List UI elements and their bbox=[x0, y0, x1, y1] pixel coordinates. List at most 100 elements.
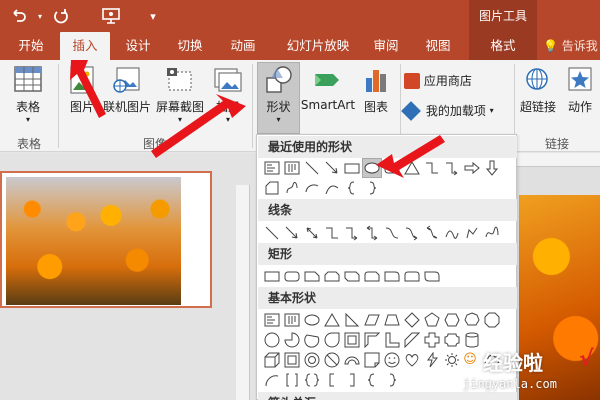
triangle-shape-icon[interactable] bbox=[402, 158, 422, 178]
l-shape-icon[interactable] bbox=[382, 330, 402, 350]
tab-insert[interactable]: 插入 bbox=[60, 32, 110, 60]
elbow-connector-shape-icon[interactable] bbox=[322, 223, 342, 243]
pie-shape-icon[interactable] bbox=[282, 330, 302, 350]
double-brace-shape-icon[interactable] bbox=[302, 370, 322, 390]
double-arrow-line-shape-icon[interactable] bbox=[302, 223, 322, 243]
bevel-shape-icon[interactable] bbox=[282, 350, 302, 370]
no-symbol-shape-icon[interactable] bbox=[322, 350, 342, 370]
snip-same-side-shape-icon[interactable] bbox=[322, 266, 342, 286]
vertical-textbox-shape-icon[interactable] bbox=[282, 158, 302, 178]
redo-icon[interactable] bbox=[48, 4, 74, 28]
tab-slideshow[interactable]: 幻灯片放映 bbox=[278, 32, 358, 60]
snip-single-corner-shape-icon[interactable] bbox=[302, 266, 322, 286]
right-triangle-shape-icon[interactable] bbox=[342, 310, 362, 330]
tab-format[interactable]: 格式 bbox=[469, 32, 537, 60]
heart-shape-icon[interactable] bbox=[402, 350, 422, 370]
customize-toolbar-icon[interactable]: ▾ bbox=[144, 4, 162, 28]
shapes-button[interactable]: 形状 ▾ bbox=[257, 64, 300, 124]
pentagon-shape-icon[interactable] bbox=[422, 310, 442, 330]
rectangle-shape-icon[interactable] bbox=[262, 266, 282, 286]
right-brace-shape-icon[interactable] bbox=[362, 178, 382, 198]
arc-shape-icon[interactable] bbox=[262, 370, 282, 390]
arrow-line-shape-icon[interactable] bbox=[282, 223, 302, 243]
cube-shape-icon[interactable] bbox=[262, 350, 282, 370]
double-bracket-shape-icon[interactable] bbox=[282, 370, 302, 390]
elbow-double-arrow-connector-shape-icon[interactable] bbox=[362, 223, 382, 243]
oval-shape-icon[interactable] bbox=[362, 158, 382, 178]
action-button[interactable]: 动作 bbox=[562, 64, 598, 115]
freeform-shape-icon[interactable] bbox=[282, 178, 302, 198]
chord-shape-icon[interactable] bbox=[302, 330, 322, 350]
line-shape-icon[interactable] bbox=[262, 223, 282, 243]
slide-thumbnail[interactable] bbox=[0, 171, 212, 308]
hexagon-shape-icon[interactable] bbox=[442, 310, 462, 330]
frame-shape-icon[interactable] bbox=[342, 330, 362, 350]
right-arrow-shape-icon[interactable] bbox=[462, 158, 482, 178]
octagon-shape-icon[interactable] bbox=[482, 310, 502, 330]
snip-round-shape-icon[interactable] bbox=[362, 266, 382, 286]
arc-shape-icon[interactable] bbox=[302, 178, 322, 198]
elbow-arrow-connector-shape-icon[interactable] bbox=[442, 158, 462, 178]
heptagon-shape-icon[interactable] bbox=[462, 310, 482, 330]
tab-design[interactable]: 设计 bbox=[114, 32, 162, 60]
snip-corner-shape-icon[interactable] bbox=[262, 178, 282, 198]
decagon-shape-icon[interactable] bbox=[262, 330, 282, 350]
arrow-line-shape-icon[interactable] bbox=[322, 158, 342, 178]
picture-button[interactable]: 图片 bbox=[63, 64, 101, 115]
curved-double-arrow-connector-shape-icon[interactable] bbox=[422, 223, 442, 243]
lightning-bolt-shape-icon[interactable] bbox=[422, 350, 442, 370]
trapezoid-shape-icon[interactable] bbox=[382, 310, 402, 330]
undo-dropdown-icon[interactable]: ▾ bbox=[34, 4, 46, 28]
left-brace-shape-icon[interactable] bbox=[362, 370, 382, 390]
textbox-shape-icon[interactable] bbox=[262, 158, 282, 178]
left-bracket-shape-icon[interactable] bbox=[322, 370, 342, 390]
snip-diagonal-shape-icon[interactable] bbox=[342, 266, 362, 286]
table-button[interactable]: 表格 ▾ bbox=[6, 64, 50, 124]
round-diagonal-shape-icon[interactable] bbox=[422, 266, 442, 286]
tab-view[interactable]: 视图 bbox=[414, 32, 462, 60]
rectangle-shape-icon[interactable] bbox=[342, 158, 362, 178]
tell-me-box[interactable]: 💡 告诉我 bbox=[543, 32, 598, 60]
tab-animations[interactable]: 动画 bbox=[218, 32, 268, 60]
oval-shape-icon[interactable] bbox=[302, 310, 322, 330]
teardrop-shape-icon[interactable] bbox=[322, 330, 342, 350]
online-picture-button[interactable]: 联机图片 bbox=[103, 64, 151, 115]
diagonal-stripe-shape-icon[interactable] bbox=[402, 330, 422, 350]
vertical-textbox-shape-icon[interactable] bbox=[282, 310, 302, 330]
round-same-side-shape-icon[interactable] bbox=[402, 266, 422, 286]
elbow-connector-shape-icon[interactable] bbox=[422, 158, 442, 178]
curve-shape-icon[interactable] bbox=[322, 178, 342, 198]
app-store-button[interactable]: 应用商店 bbox=[404, 72, 504, 89]
tab-review[interactable]: 审阅 bbox=[362, 32, 410, 60]
tab-home[interactable]: 开始 bbox=[6, 32, 56, 60]
diamond-shape-icon[interactable] bbox=[402, 310, 422, 330]
smiley-face-shape-icon[interactable] bbox=[382, 350, 402, 370]
line-shape-icon[interactable] bbox=[302, 158, 322, 178]
donut-shape-icon[interactable] bbox=[302, 350, 322, 370]
tab-transitions[interactable]: 切换 bbox=[166, 32, 214, 60]
down-arrow-shape-icon[interactable] bbox=[482, 158, 502, 178]
scribble-shape-icon[interactable] bbox=[482, 223, 502, 243]
right-brace-shape-icon[interactable] bbox=[382, 370, 402, 390]
cross-shape-icon[interactable] bbox=[422, 330, 442, 350]
parallelogram-shape-icon[interactable] bbox=[362, 310, 382, 330]
folded-corner-shape-icon[interactable] bbox=[362, 350, 382, 370]
chart-button[interactable]: 图表 bbox=[358, 64, 394, 115]
smartart-button[interactable]: SmartArt bbox=[300, 64, 356, 112]
curved-connector-shape-icon[interactable] bbox=[382, 223, 402, 243]
rounded-rectangle-shape-icon[interactable] bbox=[382, 158, 402, 178]
undo-icon[interactable] bbox=[4, 4, 34, 28]
left-brace-shape-icon[interactable] bbox=[342, 178, 362, 198]
curved-arrow-connector-shape-icon[interactable] bbox=[402, 223, 422, 243]
rounded-rectangle-shape-icon[interactable] bbox=[282, 266, 302, 286]
half-frame-shape-icon[interactable] bbox=[362, 330, 382, 350]
elbow-arrow-connector-shape-icon[interactable] bbox=[342, 223, 362, 243]
right-bracket-shape-icon[interactable] bbox=[342, 370, 362, 390]
my-addins-button[interactable]: 我的加载项 ▾ bbox=[401, 100, 514, 121]
screenshot-button[interactable]: 屏幕截图 ▾ bbox=[155, 64, 205, 124]
block-arc-shape-icon[interactable] bbox=[342, 350, 362, 370]
photo-album-button[interactable]: 相册 ▾ bbox=[208, 64, 248, 124]
curve-shape-icon[interactable] bbox=[442, 223, 462, 243]
round-single-corner-shape-icon[interactable] bbox=[382, 266, 402, 286]
textbox-shape-icon[interactable] bbox=[262, 310, 282, 330]
